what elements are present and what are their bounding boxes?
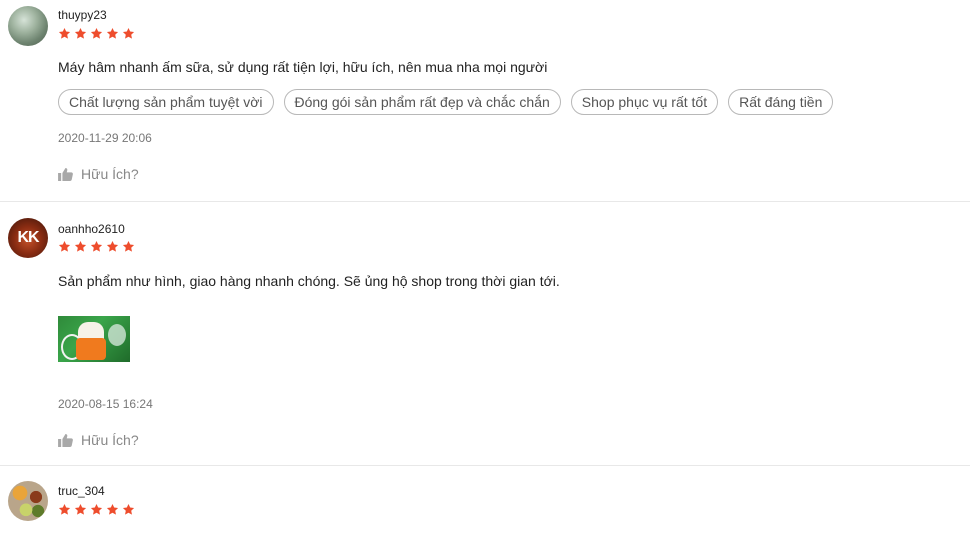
avatar[interactable]: KK [8,218,48,258]
review-datetime: 2020-08-15 16:24 [58,397,153,411]
review-tag: Đóng gói sản phẩm rất đẹp và chắc chắn [283,89,561,115]
star-icon [58,240,71,253]
review-datetime: 2020-11-29 20:06 [58,131,152,145]
thumbs-up-icon [58,167,73,181]
helpful-label: Hữu Ích? [81,166,139,182]
thumbnail-detail [108,324,126,346]
review-comment: Máy hâm nhanh ấm sữa, sử dụng rất tiện l… [58,59,548,75]
star-icon [90,503,103,516]
rating-stars [58,503,135,516]
review-tags: Chất lượng sản phẩm tuyệt vời Đóng gói s… [58,89,834,115]
avatar[interactable] [8,6,48,46]
review-item: truc_304 [0,466,970,533]
rating-stars [58,240,135,253]
star-icon [74,27,87,40]
star-icon [106,27,119,40]
review-item: KK oanhho2610 Sản phẩm như hình, giao hà… [0,202,970,466]
star-icon [122,240,135,253]
star-icon [106,503,119,516]
review-tag: Rất đáng tiền [728,89,834,115]
review-item: thuypy23 Máy hâm nhanh ấm sữa, sử dụng r… [0,0,970,202]
star-icon [122,27,135,40]
review-comment: Sản phẩm như hình, giao hàng nhanh chóng… [58,273,560,289]
rating-stars [58,27,135,40]
star-icon [90,240,103,253]
avatar-text: KK [17,229,39,246]
review-tag: Chất lượng sản phẩm tuyệt vời [58,89,274,115]
thumbnail-detail [76,338,106,360]
star-icon [58,27,71,40]
helpful-label: Hữu Ích? [81,432,139,448]
star-icon [122,503,135,516]
review-image-thumbnail[interactable] [58,316,130,362]
username[interactable]: oanhho2610 [58,222,125,236]
username[interactable]: thuypy23 [58,8,107,22]
helpful-button[interactable]: Hữu Ích? [58,432,139,448]
review-tag: Shop phục vụ rất tốt [570,89,719,115]
username[interactable]: truc_304 [58,484,105,498]
star-icon [74,503,87,516]
avatar[interactable] [8,481,48,521]
helpful-button[interactable]: Hữu Ích? [58,166,139,182]
star-icon [58,503,71,516]
star-icon [90,27,103,40]
thumbs-up-icon [58,433,73,447]
star-icon [106,240,119,253]
star-icon [74,240,87,253]
